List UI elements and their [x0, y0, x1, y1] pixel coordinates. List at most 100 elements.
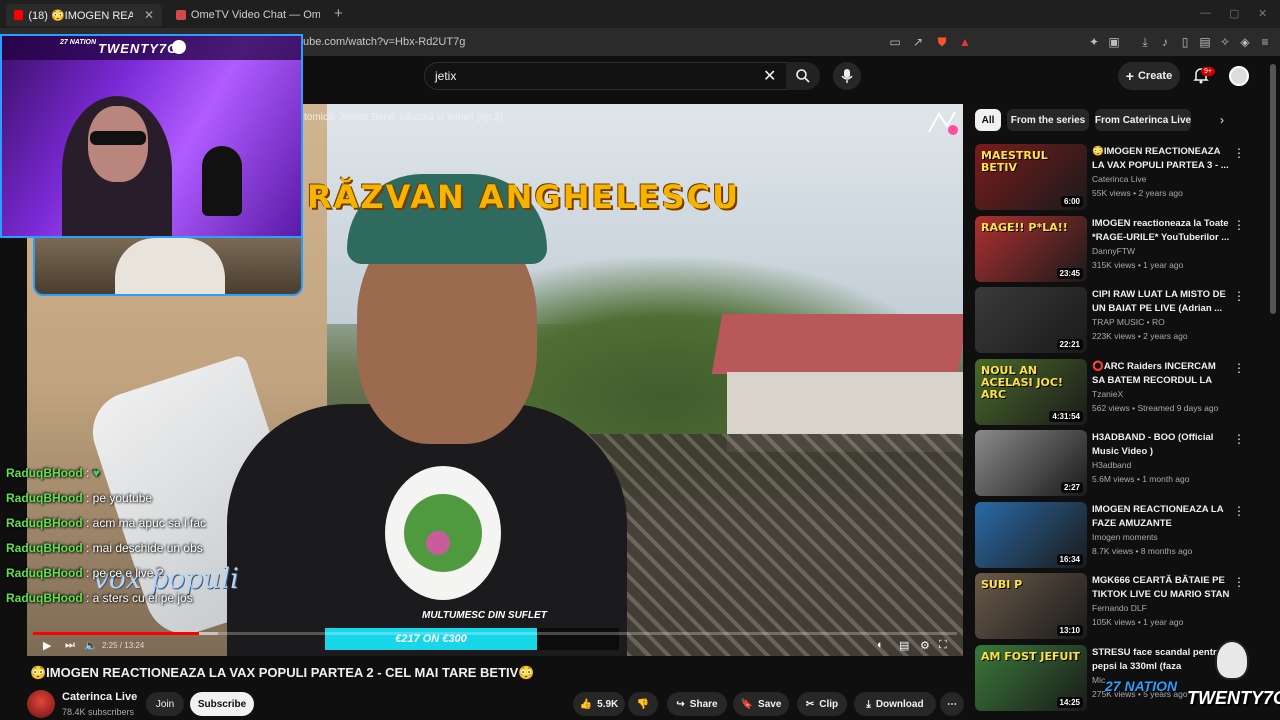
thumbnail-caption: MAESTRUL BETIV [981, 149, 1048, 174]
extensions-icon[interactable]: ✦ [1086, 34, 1102, 50]
channel-name[interactable]: Caterinca Live [62, 691, 137, 703]
recommendation-card[interactable]: 22:21 CIPI RAW LUAT LA MISTO DE UN BAIAT … [975, 287, 1265, 355]
recommendation-thumbnail[interactable]: SUBI P 13:10 [975, 573, 1087, 639]
progress-fill [33, 632, 200, 635]
more-vert-icon[interactable]: ⋮ [1233, 218, 1245, 232]
chat-line: RaduqBHood : pe ce e live ? [6, 566, 206, 591]
more-vert-icon[interactable]: ⋮ [1233, 146, 1245, 160]
recommendation-thumbnail[interactable]: 2:27 [975, 430, 1087, 496]
account-avatar[interactable] [1229, 66, 1249, 86]
minimize-icon[interactable]: — [1200, 7, 1211, 19]
share-button[interactable]: ↪ Share [667, 692, 727, 716]
brave-rewards-icon[interactable]: ▲ [957, 34, 973, 50]
share-label: Share [689, 698, 718, 710]
next-icon[interactable]: ⏭ [65, 639, 75, 652]
subtitles-icon[interactable]: ▤ [899, 639, 909, 652]
recommendation-title[interactable]: IMOGEN REACTIONEAZA LA FAZE AMUZANTE [1092, 503, 1230, 531]
save-button[interactable]: 🔖 Save [733, 692, 789, 716]
chevron-right-icon[interactable]: › [1220, 113, 1224, 127]
recommendation-channel[interactable]: Mic [1092, 675, 1105, 685]
window-icon[interactable]: ▣ [1106, 34, 1122, 50]
voice-search-button[interactable] [833, 62, 861, 90]
page-scrollbar[interactable] [1270, 64, 1276, 314]
recommendation-channel[interactable]: Imogen moments [1092, 532, 1158, 542]
play-icon[interactable]: ▶ [43, 639, 51, 652]
clip-button[interactable]: ✂ Clip [797, 692, 847, 716]
more-vert-icon[interactable]: ⋮ [1233, 432, 1245, 446]
close-tab-icon[interactable]: ✕ [144, 8, 154, 22]
recommendation-title[interactable]: IMOGEN reactioneaza la Toate *RAGE-URILE… [1092, 217, 1230, 245]
recommendation-channel[interactable]: TzanieX [1092, 389, 1123, 399]
recommendation-channel[interactable]: TRAP MUSIC • RO [1092, 317, 1165, 327]
search-input[interactable]: jetix [424, 62, 788, 90]
channel-avatar[interactable] [27, 690, 55, 718]
recommendation-title[interactable]: H3ADBAND - BOO (Official Music Video ) [1092, 431, 1230, 459]
recommendation-title[interactable]: ⭕ARC Raiders INCERCAM SA BATEM RECORDUL … [1092, 360, 1230, 388]
recommendation-channel[interactable]: Fernando DLF [1092, 603, 1147, 613]
search-button[interactable] [786, 62, 820, 90]
chip-from-channel[interactable]: From Caterinca Live [1095, 109, 1191, 131]
downloads-icon[interactable]: ⤓ [1137, 34, 1153, 50]
recommendation-channel[interactable]: Caterinca Live [1092, 174, 1146, 184]
duration-badge: 14:25 [1056, 697, 1083, 708]
music-icon[interactable]: ♪ [1157, 34, 1173, 50]
subscribe-button[interactable]: Subscribe [190, 692, 254, 716]
download-icon: ⤓ [866, 698, 871, 710]
more-vert-icon[interactable]: ⋮ [1233, 504, 1245, 518]
recommendation-title[interactable]: CIPI RAW LUAT LA MISTO DE UN BAIAT PE LI… [1092, 288, 1230, 316]
recommendation-card[interactable]: SUBI P 13:10 MGK666 CEARTĂ BĂTAIE PE TIKTO… [975, 573, 1265, 641]
recommendation-card[interactable]: NOUL AN ACELASI JOC! ARC 4:31:54 ⭕ARC Raid… [975, 359, 1265, 427]
recommendation-title[interactable]: MGK666 CEARTĂ BĂTAIE PE TIKTOK LIVE CU M… [1092, 574, 1230, 602]
thumbs-up-icon: 👍 [579, 698, 593, 710]
chip-all[interactable]: All [975, 109, 1001, 131]
more-vert-icon[interactable]: ⋮ [1233, 575, 1245, 589]
recommendation-card[interactable]: RAGE!! P*LA!! 23:45 IMOGEN reactioneaza la… [975, 216, 1265, 284]
recommendation-title[interactable]: 😳IMOGEN REACTIONEAZA LA VAX POPULI PARTE… [1092, 145, 1230, 173]
create-button[interactable]: + Create [1118, 62, 1180, 90]
recommendation-thumbnail[interactable]: NOUL AN ACELASI JOC! ARC 4:31:54 [975, 359, 1087, 425]
url-field[interactable]: ube.com/watch?v=Hbx-Rd2UT7g [303, 36, 465, 48]
cast-icon[interactable]: ▭ [887, 34, 903, 50]
clip-label: Clip [819, 698, 839, 710]
recommendation-thumbnail[interactable]: 22:21 [975, 287, 1087, 353]
search-query: jetix [435, 69, 457, 83]
tab-ometv[interactable]: OmeTV Video Chat — Omegle R [168, 4, 328, 26]
recommendation-thumbnail[interactable]: RAGE!! P*LA!! 23:45 [975, 216, 1087, 282]
maximize-icon[interactable]: ▢ [1229, 7, 1239, 20]
recommendation-card[interactable]: MAESTRUL BETIV 6:00 😳IMOGEN REACTIONEAZA L… [975, 144, 1265, 212]
download-button[interactable]: ⤓ Download [854, 692, 936, 716]
recommendation-card[interactable]: 2:27 H3ADBAND - BOO (Official Music Video… [975, 430, 1265, 498]
recommendation-channel[interactable]: DannyFTW [1092, 246, 1135, 256]
like-button[interactable]: 👍 5.9K [573, 692, 625, 716]
recommendation-thumbnail[interactable]: AM FOST JEFUIT 14:25 [975, 645, 1087, 711]
vpn-icon[interactable]: ◈ [1237, 34, 1253, 50]
leo-ai-icon[interactable]: ✧ [1217, 34, 1233, 50]
more-vert-icon[interactable]: ⋮ [1233, 289, 1245, 303]
settings-icon[interactable]: ⚙ [920, 639, 930, 652]
sidebar-icon[interactable]: ▯ [1177, 34, 1193, 50]
new-tab-icon[interactable]: + [334, 5, 343, 22]
tab-youtube[interactable]: (18) 😳IMOGEN REACTIONEA ✕ [6, 4, 162, 26]
recommendation-thumbnail[interactable]: MAESTRUL BETIV 6:00 [975, 144, 1087, 210]
share-page-icon[interactable]: ↗ [910, 34, 926, 50]
brave-shield-icon[interactable]: ⛊ [934, 34, 950, 50]
more-actions-button[interactable]: ⋯ [940, 692, 964, 716]
recommendation-channel[interactable]: H3adband [1092, 460, 1131, 470]
clear-search-icon[interactable]: ✕ [763, 66, 776, 86]
menu-icon[interactable]: ≡ [1257, 34, 1273, 50]
chip-from-series[interactable]: From the series [1007, 109, 1089, 131]
autoplay-toggle-icon[interactable]: ◐ [877, 639, 884, 651]
player-title-overlay: tomică, James Bond, băutură și femei! (e… [304, 112, 503, 123]
more-vert-icon[interactable]: ⋮ [1233, 361, 1245, 375]
close-window-icon[interactable]: ✕ [1258, 7, 1267, 20]
chat-username: RaduqBHood [6, 591, 83, 605]
recommendation-card[interactable]: 16:34 IMOGEN REACTIONEAZA LA FAZE AMUZANT… [975, 502, 1265, 570]
join-button[interactable]: Join [146, 692, 184, 716]
wallet-icon[interactable]: ▤ [1197, 34, 1213, 50]
fullscreen-icon[interactable]: ⛶ [939, 639, 947, 652]
chat-username: RaduqBHood [6, 516, 83, 530]
volume-icon[interactable]: 🔈 [84, 639, 98, 652]
dislike-button[interactable]: 👎 [628, 692, 658, 716]
progress-bar[interactable] [33, 632, 957, 635]
recommendation-thumbnail[interactable]: 16:34 [975, 502, 1087, 568]
